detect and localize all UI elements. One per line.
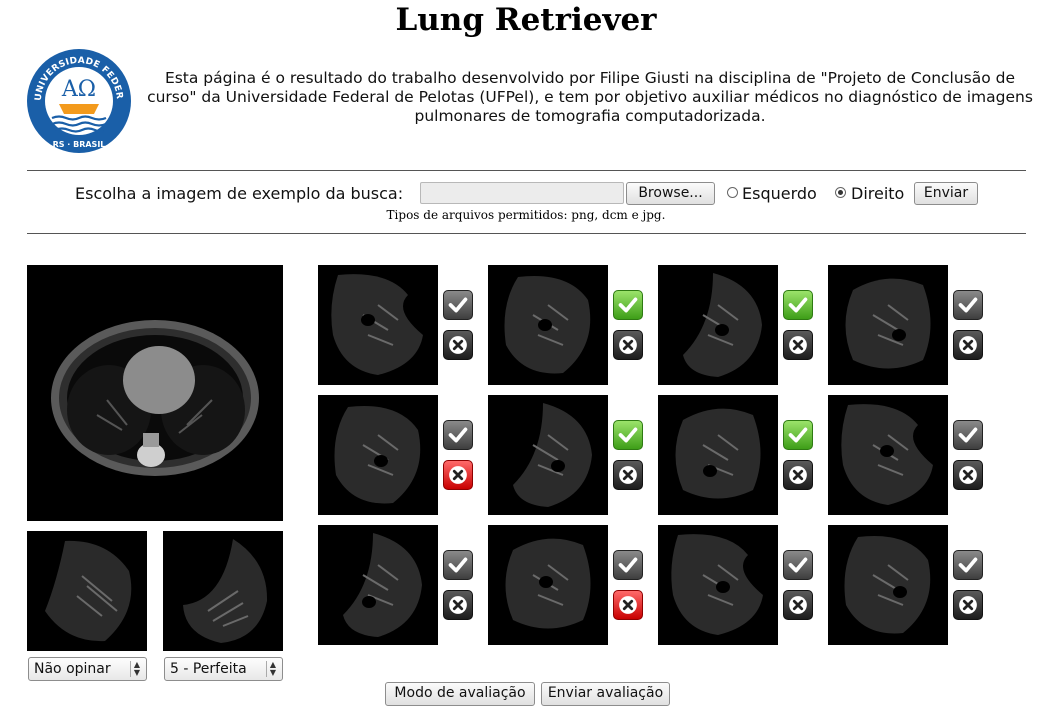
- reject-x-icon[interactable]: [783, 590, 813, 620]
- logo-bottom-text: RS · BRASIL: [53, 140, 106, 149]
- reject-x-icon[interactable]: [443, 330, 473, 360]
- result-ct-image: [318, 265, 438, 385]
- radio-direito[interactable]: [835, 187, 846, 198]
- result-ct-image: [658, 525, 778, 645]
- result-ct-image: [658, 265, 778, 385]
- intro-text: Esta página é o resultado do trabalho de…: [147, 69, 1033, 125]
- approve-check-icon[interactable]: [953, 550, 983, 580]
- approve-check-icon[interactable]: [443, 550, 473, 580]
- reject-x-icon[interactable]: [953, 590, 983, 620]
- result-ct-image: [488, 265, 608, 385]
- query-ct-image: [27, 265, 283, 521]
- reject-x-icon[interactable]: [443, 460, 473, 490]
- result-ct-image: [318, 395, 438, 515]
- reject-x-icon[interactable]: [613, 330, 643, 360]
- reject-x-icon[interactable]: [953, 330, 983, 360]
- approve-check-icon[interactable]: [783, 550, 813, 580]
- approve-check-icon[interactable]: [953, 420, 983, 450]
- reject-x-icon[interactable]: [783, 330, 813, 360]
- approve-check-icon[interactable]: [613, 290, 643, 320]
- reject-x-icon[interactable]: [953, 460, 983, 490]
- select-arrows-icon: ▲ ▼: [130, 661, 143, 677]
- radio-direito-label: Direito: [851, 184, 905, 203]
- page-title: Lung Retriever: [395, 2, 657, 38]
- reject-x-icon[interactable]: [613, 460, 643, 490]
- upload-label: Escolha a imagem de exemplo da busca:: [75, 184, 404, 203]
- rating-select-left[interactable]: Não opinar ▲ ▼: [28, 657, 147, 681]
- radio-esquerdo-label: Esquerdo: [742, 184, 817, 203]
- result-ct-image: [658, 395, 778, 515]
- send-button[interactable]: Enviar: [914, 182, 978, 205]
- result-ct-image: [828, 265, 948, 385]
- approve-check-icon[interactable]: [613, 420, 643, 450]
- approve-check-icon[interactable]: [443, 420, 473, 450]
- approve-check-icon[interactable]: [953, 290, 983, 320]
- result-ct-image: [488, 395, 608, 515]
- reject-x-icon[interactable]: [783, 460, 813, 490]
- rating-select-right[interactable]: 5 - Perfeita ▲ ▼: [164, 657, 283, 681]
- browse-button[interactable]: Browse...: [626, 182, 715, 205]
- select-arrows-icon: ▲ ▼: [266, 661, 279, 677]
- reject-x-icon[interactable]: [613, 590, 643, 620]
- divider-top: [27, 170, 1026, 171]
- submit-evaluation-button[interactable]: Enviar avaliação: [541, 682, 670, 706]
- radio-esquerdo[interactable]: [727, 187, 738, 198]
- rating-select-left-value: Não opinar: [34, 661, 111, 677]
- approve-check-icon[interactable]: [783, 420, 813, 450]
- reject-x-icon[interactable]: [443, 590, 473, 620]
- upload-form: Escolha a imagem de exemplo da busca: Br…: [0, 182, 1052, 206]
- evaluation-mode-button[interactable]: Modo de avaliação: [385, 682, 535, 706]
- approve-check-icon[interactable]: [443, 290, 473, 320]
- result-ct-image: [828, 525, 948, 645]
- result-ct-image: [318, 525, 438, 645]
- divider-bottom: [27, 233, 1026, 234]
- rating-select-right-value: 5 - Perfeita: [170, 661, 247, 677]
- result-ct-image: [828, 395, 948, 515]
- approve-check-icon[interactable]: [613, 550, 643, 580]
- file-input[interactable]: [420, 182, 624, 204]
- approve-check-icon[interactable]: [783, 290, 813, 320]
- sample-image-left: [27, 531, 147, 651]
- sample-image-right: [163, 531, 283, 651]
- result-ct-image: [488, 525, 608, 645]
- file-types-note: Tipos de arquivos permitidos: png, dcm e…: [386, 208, 666, 222]
- ufpel-logo: UNIVERSIDADE FEDERAL DE PELOTAS RS · BRA…: [22, 41, 132, 154]
- logo-symbol: AΩ: [61, 77, 96, 102]
